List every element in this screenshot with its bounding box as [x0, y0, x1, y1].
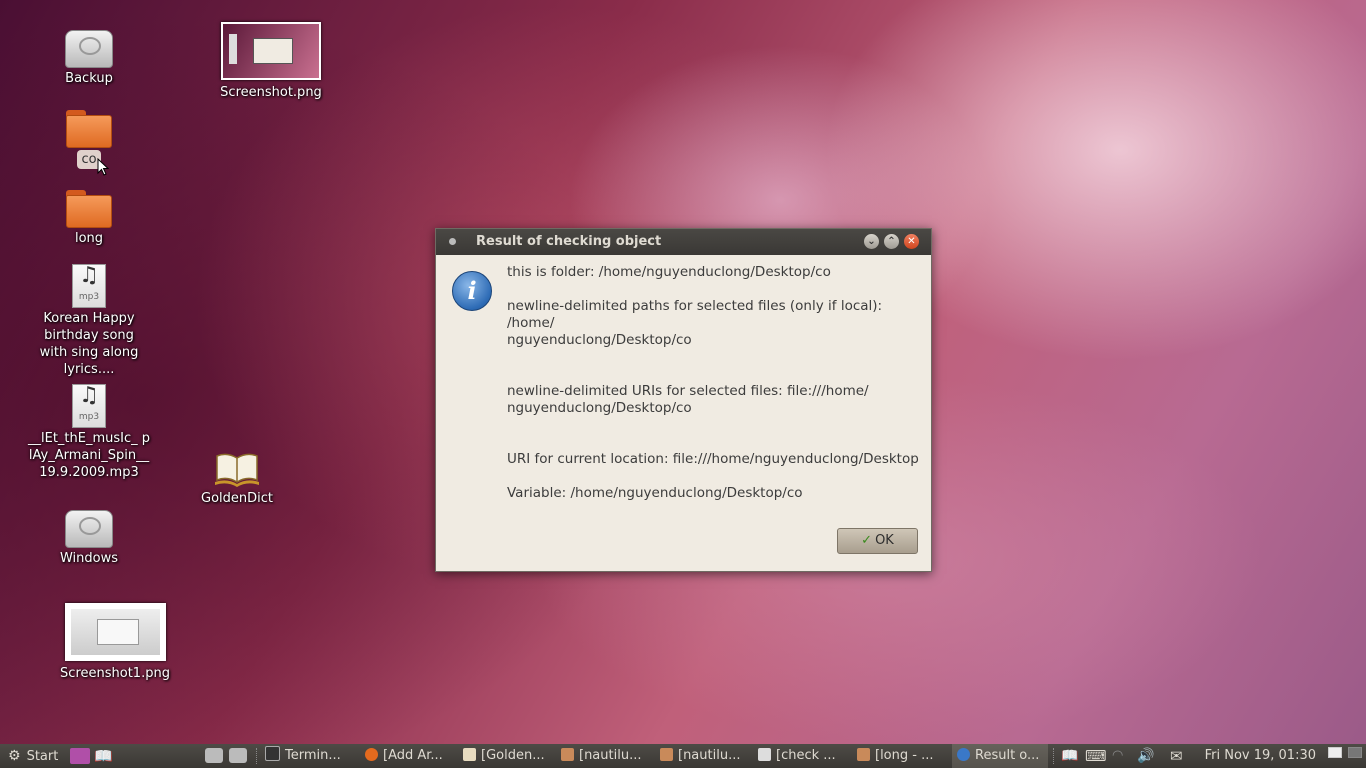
desktop-icon-long[interactable]: long [24, 190, 154, 247]
desktop-icon-screenshot1[interactable]: Screenshot1.png [50, 603, 180, 682]
taskbar-item-nautilus-1[interactable]: [nautilu... [561, 744, 653, 768]
image-thumbnail-icon [64, 603, 166, 661]
drive-icon [65, 30, 113, 68]
ok-button[interactable]: ✓ OK [837, 528, 918, 554]
gear-icon: ⚙ [8, 748, 21, 764]
book-icon [213, 450, 261, 488]
desktop-icon-label: Backup [65, 71, 113, 86]
desktop-icon-backup[interactable]: Backup [24, 30, 154, 87]
workspace-switcher-icon[interactable] [1348, 747, 1362, 758]
desktop-icon-co[interactable]: co [24, 110, 154, 169]
desktop-icon-korean-mp3[interactable]: ♫ mp3 Korean Happy birthday song with sin… [24, 264, 154, 378]
image-thumbnail-icon [221, 22, 321, 80]
close-icon[interactable]: ✕ [904, 234, 919, 249]
message-line: newline-delimited URIs for selected file… [507, 383, 869, 399]
desktop-icon-label: __lEt_thE_musIc_ plAy_Armani_Spin__ 19.9… [28, 431, 151, 480]
folder-icon [561, 748, 574, 761]
editor-icon [758, 748, 771, 761]
desktop-icon-armani-mp3[interactable]: ♫ mp3 __lEt_thE_musIc_ plAy_Armani_Spin__… [24, 384, 154, 481]
network-icon[interactable]: ◠ [1112, 744, 1123, 768]
dialog-message: this is folder: /home/nguyenduclong/Desk… [507, 264, 927, 502]
drive-indicator-icon[interactable] [229, 748, 247, 763]
desktop-icon-screenshot[interactable]: Screenshot.png [206, 22, 336, 101]
checkmark-icon: ✓ [861, 533, 873, 548]
desktop-icon-label: Windows [59, 551, 119, 566]
taskbar-item-check[interactable]: [check ... [758, 744, 850, 768]
dialog-titlebar[interactable]: Result of checking object ⌄ ⌃ ✕ [436, 229, 931, 255]
desktop-icon-label: Korean Happy birthday song with sing alo… [39, 311, 139, 377]
message-line: this is folder: /home/nguyenduclong/Desk… [507, 264, 831, 280]
terminal-icon [265, 746, 280, 761]
taskbar-item-terminal[interactable]: Termin... [265, 744, 357, 768]
taskbar-item-nautilus-2[interactable]: [nautilu... [660, 744, 752, 768]
ok-label: OK [875, 533, 894, 548]
mp3-file-icon: ♫ mp3 [72, 264, 106, 308]
mail-icon[interactable]: ✉ [1170, 744, 1183, 768]
quicklaunch-app-icon[interactable] [70, 748, 90, 764]
message-line: URI for current location: file:///home/n… [507, 451, 919, 467]
volume-icon[interactable]: 🔊 [1137, 744, 1154, 768]
message-line: newline-delimited paths for selected fil… [507, 298, 883, 331]
desktop-icon-label: Screenshot1.png [60, 666, 170, 681]
maximize-icon[interactable]: ⌃ [884, 234, 899, 249]
taskbar: ⚙ Start 📖 Termin... [Add Ar... [Golden...… [0, 744, 1366, 768]
drive-indicator-icon[interactable] [205, 748, 223, 763]
info-icon [957, 748, 970, 761]
goldendict-icon [463, 748, 476, 761]
message-line: Variable: /home/nguyenduclong/Desktop/co [507, 485, 803, 501]
taskbar-item-firefox[interactable]: [Add Ar... [365, 744, 457, 768]
drive-icon [65, 510, 113, 548]
mouse-cursor-icon [97, 158, 109, 176]
message-line: nguyenduclong/Desktop/co [507, 332, 692, 348]
quicklaunch-goldendict-icon[interactable]: 📖 [94, 744, 114, 768]
desktop-icon-label: GoldenDict [201, 491, 273, 506]
desktop-icon-label: Screenshot.png [220, 85, 322, 100]
clock[interactable]: Fri Nov 19, 01:30 [1205, 744, 1316, 768]
desktop-icon-goldendict[interactable]: GoldenDict [172, 450, 302, 507]
dialog-title: Result of checking object [476, 234, 662, 249]
info-icon: i [452, 271, 492, 311]
message-line: nguyenduclong/Desktop/co [507, 400, 692, 416]
folder-icon [857, 748, 870, 761]
folder-icon [660, 748, 673, 761]
keyboard-icon[interactable]: ⌨ [1085, 744, 1107, 768]
show-desktop-icon[interactable] [1328, 747, 1342, 758]
goldendict-tray-icon[interactable]: 📖 [1061, 744, 1078, 768]
start-button[interactable]: ⚙ Start [8, 744, 58, 768]
taskbar-item-result[interactable]: Result o... [952, 744, 1048, 768]
taskbar-item-long[interactable]: [long - ... [857, 744, 949, 768]
minimize-icon[interactable]: ⌄ [864, 234, 879, 249]
desktop-icon-label: long [74, 231, 104, 246]
folder-icon [66, 190, 112, 228]
taskbar-item-goldendict[interactable]: [Golden... [463, 744, 555, 768]
window-menu-icon[interactable] [449, 238, 456, 245]
firefox-icon [365, 748, 378, 761]
start-label: Start [26, 749, 59, 764]
folder-icon [66, 110, 112, 148]
result-dialog: Result of checking object ⌄ ⌃ ✕ i this i… [435, 228, 932, 572]
mp3-file-icon: ♫ mp3 [72, 384, 106, 428]
desktop-icon-windows[interactable]: Windows [24, 510, 154, 567]
